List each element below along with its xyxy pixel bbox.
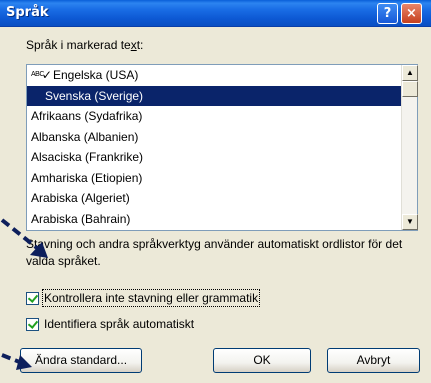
list-item[interactable]: Svenska (Sverige) (27, 85, 402, 106)
list-item[interactable]: Albanska (Albanien) (27, 127, 402, 148)
no-proofing-checkbox-row[interactable]: Kontrollera inte stavning eller grammati… (26, 289, 261, 307)
no-proofing-checkbox[interactable] (26, 291, 39, 305)
detect-language-checkbox[interactable] (26, 317, 39, 331)
listbox-scrollbar[interactable]: ▲ ▼ (401, 65, 418, 230)
list-item[interactable]: Arabiska (Bahrain) (27, 209, 402, 230)
list-item[interactable]: Amhariska (Etiopien) (27, 168, 402, 189)
dialog-title: Språk (6, 5, 49, 20)
label-text: t: (136, 38, 144, 52)
scroll-thumb[interactable] (402, 81, 418, 97)
annotation-arrow-icon (0, 218, 48, 258)
list-item-label: Albanska (Albanien) (31, 129, 139, 144)
info-text: Stavning och andra språkverktyg använder… (26, 237, 403, 268)
spellcheck-icon: ABC✓ (31, 68, 53, 82)
check-icon: ✓ (41, 68, 52, 82)
list-item[interactable]: ABC✓Engelska (USA) (27, 65, 402, 86)
ok-button[interactable]: OK (213, 348, 311, 373)
no-proofing-label: Kontrollera inte stavning eller grammati… (41, 289, 261, 307)
list-item-label: Svenska (Sverige) (45, 88, 144, 103)
language-list-label: Språk i markerad text: (26, 38, 143, 52)
list-item-label: Amhariska (Etiopien) (31, 170, 143, 185)
list-item[interactable]: Arabiska (Algeriet) (27, 188, 402, 209)
list-item-label: Arabiska (Algeriet) (31, 191, 130, 205)
annotation-arrow-icon (1, 353, 32, 370)
language-list-items: ABC✓Engelska (USA) Svenska (Sverige) Afrik… (27, 65, 402, 230)
detect-language-checkbox-row[interactable]: Identifiera språk automatiskt (26, 316, 194, 332)
list-item[interactable]: Afrikaans (Sydafrika) (27, 106, 402, 127)
cancel-button[interactable]: Avbryt (327, 348, 420, 373)
scroll-down-button[interactable]: ▼ (402, 214, 418, 230)
title-bar: Språk ? × (0, 0, 431, 27)
scroll-up-button[interactable]: ▲ (402, 65, 418, 81)
list-item[interactable]: Alsaciska (Frankrike) (27, 147, 402, 168)
help-button[interactable]: ? (377, 3, 398, 24)
list-item-label: Engelska (USA) (52, 68, 139, 82)
close-button[interactable]: × (401, 3, 422, 24)
language-dialog: Språk ? × Språk i markerad text: ABC✓Eng… (0, 0, 431, 383)
detect-language-label: Identifiera språk automatiskt (44, 317, 195, 331)
list-item-label: Afrikaans (Sydafrika) (31, 109, 143, 123)
label-text: Språk i markerad te (26, 38, 131, 52)
list-item-label: Alsaciska (Frankrike) (31, 150, 144, 164)
language-listbox[interactable]: ABC✓Engelska (USA) Svenska (Sverige) Afrik… (26, 64, 418, 231)
